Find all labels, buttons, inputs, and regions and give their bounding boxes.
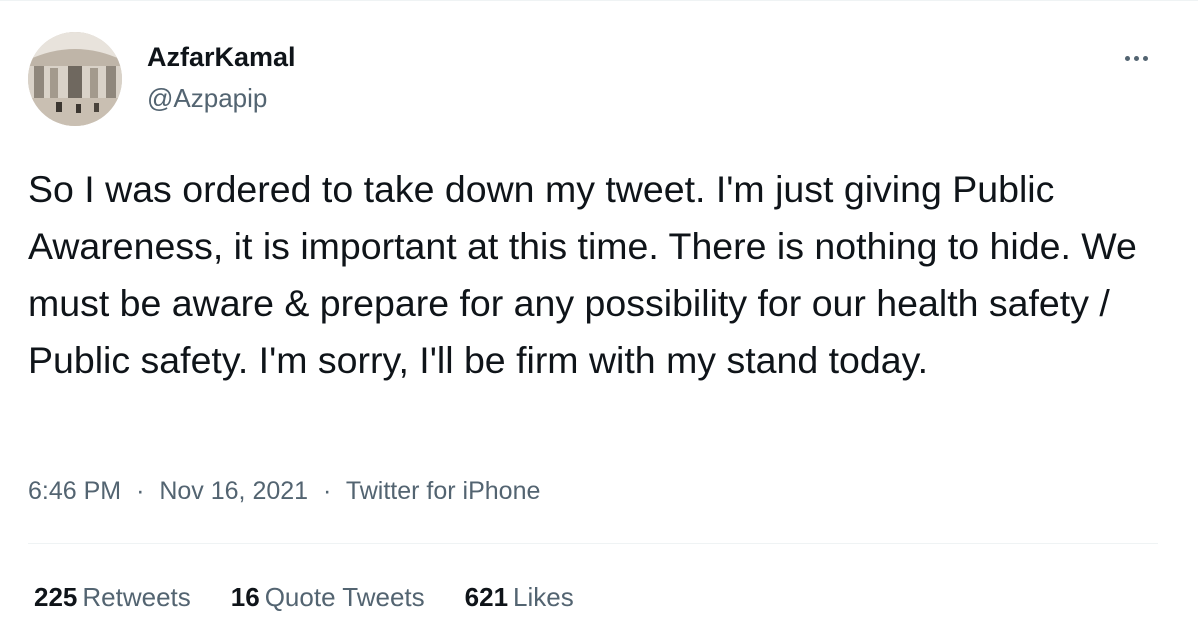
likes-count: 621: [464, 582, 509, 612]
tweet-time[interactable]: 6:46 PM: [28, 477, 121, 505]
tweet-date[interactable]: Nov 16, 2021: [159, 477, 308, 505]
tweet-stats: 225 Retweets 16 Quote Tweets 621 Likes: [34, 581, 614, 613]
avatar[interactable]: [28, 32, 122, 126]
more-options-button[interactable]: [1116, 43, 1156, 73]
more-horizontal-icon: [1124, 55, 1130, 61]
divider: [28, 543, 1158, 544]
author-handle[interactable]: @Azpapip: [147, 82, 267, 114]
retweets-count: 225: [34, 582, 78, 612]
tweet-source[interactable]: Twitter for iPhone: [346, 477, 541, 505]
author-display-name[interactable]: AzfarKamal: [147, 41, 296, 73]
retweets-stat[interactable]: 225 Retweets: [34, 581, 191, 613]
retweets-label: Retweets: [82, 582, 191, 612]
tweet-card: AzfarKamal @Azpapip So I was ordered to …: [0, 0, 1198, 630]
tweet-metadata: 6:46 PM · Nov 16, 2021 · Twitter for iPh…: [28, 475, 540, 507]
likes-label: Likes: [513, 582, 574, 612]
meta-separator: ·: [136, 477, 145, 505]
quote-tweets-stat[interactable]: 16 Quote Tweets: [231, 581, 425, 613]
more-horizontal-icon-dot: [1142, 55, 1148, 61]
quote-tweets-count: 16: [230, 582, 260, 612]
tweet-text: So I was ordered to take down my tweet. …: [28, 168, 1137, 381]
quote-tweets-label: Quote Tweets: [264, 582, 425, 612]
avatar-image: [28, 32, 122, 126]
more-horizontal-icon-dot: [1133, 55, 1139, 61]
likes-stat[interactable]: 621 Likes: [465, 581, 574, 613]
meta-separator: ·: [323, 477, 332, 505]
